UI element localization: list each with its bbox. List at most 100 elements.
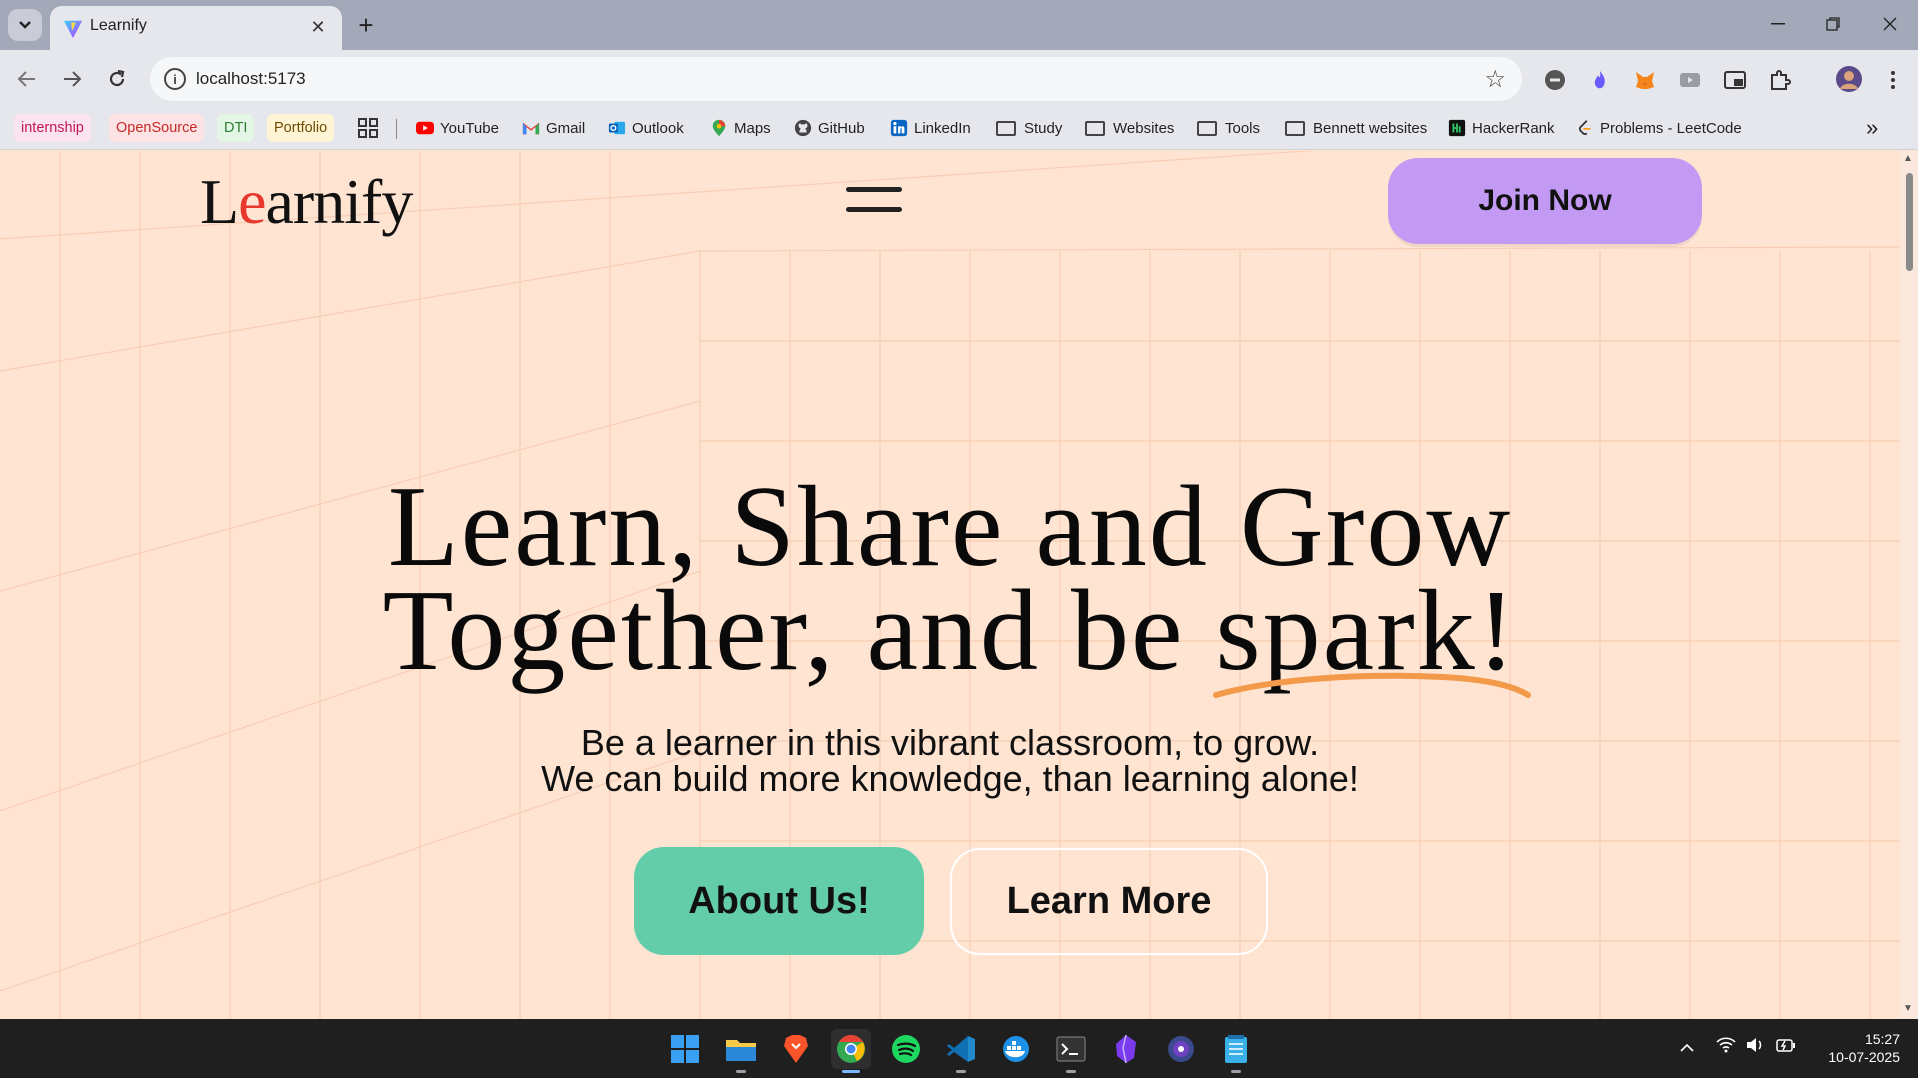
github-desktop-icon[interactable] <box>1161 1029 1201 1069</box>
bookmark-folder-websites[interactable]: Websites <box>1085 114 1174 142</box>
bookmark-youtube[interactable]: YouTube <box>416 114 499 142</box>
restore-icon <box>1826 17 1840 31</box>
bookmark-gmail[interactable]: Gmail <box>522 114 585 142</box>
battery-icon[interactable] <box>1776 1037 1796 1058</box>
learn-more-button[interactable]: Learn More <box>950 848 1268 955</box>
reload-icon <box>109 69 125 87</box>
extension-flame-icon[interactable] <box>1587 67 1613 93</box>
subtitle-line-1: Be a learner in this vibrant classroom, … <box>580 722 1320 763</box>
spotify-icon[interactable] <box>886 1029 926 1069</box>
extensions-puzzle-icon[interactable] <box>1767 67 1793 93</box>
chrome-icon[interactable] <box>831 1029 871 1073</box>
folder-icon <box>996 120 1016 136</box>
bookmark-label: Websites <box>1113 119 1175 137</box>
arrow-left-icon <box>17 71 35 87</box>
bookmark-folder-study[interactable]: Study <box>996 114 1062 142</box>
wifi-icon[interactable] <box>1716 1037 1736 1058</box>
forward-button[interactable] <box>55 62 89 96</box>
windows-start-icon[interactable] <box>665 1029 705 1069</box>
picture-in-picture-icon[interactable] <box>1722 67 1748 93</box>
bookmark-folder-bennett-websites[interactable]: Bennett websites <box>1285 114 1427 142</box>
volume-icon[interactable] <box>1746 1037 1764 1058</box>
spark-underline-decoration <box>1212 672 1531 698</box>
file-explorer-icon[interactable] <box>721 1029 761 1073</box>
folder-icon <box>1285 120 1305 136</box>
scroll-down-icon[interactable]: ▼ <box>1903 1003 1913 1014</box>
hero-highlight: spark! <box>1212 573 1531 698</box>
bookmark-outlook[interactable]: Outlook <box>608 114 684 142</box>
url-text[interactable]: localhost:5173 <box>196 69 306 89</box>
bookmark-folder-tools[interactable]: Tools <box>1197 114 1260 142</box>
bookmark-label: Problems - LeetCode <box>1600 119 1742 137</box>
arrow-right-icon <box>64 71 82 87</box>
hero-heading: Learn, Share and Grow Together, and be s… <box>0 469 1900 698</box>
bookmark-label: Bennett websites <box>1313 119 1428 137</box>
system-clock[interactable]: 15:27 10-07-2025 <box>1800 1030 1900 1066</box>
bookmark-internship[interactable]: internship <box>14 114 91 142</box>
bookmark-label: Gmail <box>546 119 586 137</box>
bookmark-github[interactable]: GitHub <box>794 114 865 142</box>
bookmark-dti[interactable]: DTI <box>217 114 255 142</box>
subtitle-line-2: We can build more knowledge, than learni… <box>541 758 1359 799</box>
hackerrank-icon <box>1448 119 1466 137</box>
obsidian-icon[interactable] <box>1106 1029 1146 1069</box>
bookmark-leetcode[interactable]: Problems - LeetCode <box>1576 114 1742 142</box>
bookmark-hackerrank[interactable]: HackerRank <box>1448 114 1555 142</box>
notepad-icon[interactable] <box>1216 1029 1256 1073</box>
hamburger-menu-icon[interactable] <box>846 185 904 221</box>
address-bar[interactable]: i localhost:5173 ☆ <box>150 57 1522 101</box>
bookmark-opensource[interactable]: OpenSource <box>109 114 205 142</box>
bookmark-label: Outlook <box>632 119 684 137</box>
bookmarks-overflow-button[interactable]: » <box>1866 114 1878 142</box>
gmail-icon <box>522 122 540 135</box>
github-icon <box>794 119 812 137</box>
tab-list-button[interactable] <box>8 9 42 41</box>
reload-button[interactable] <box>100 62 134 96</box>
close-window-button[interactable] <box>1870 8 1910 40</box>
vscode-icon[interactable] <box>941 1029 981 1073</box>
outlook-icon <box>608 121 626 135</box>
scroll-up-icon[interactable]: ▲ <box>1903 153 1913 164</box>
learnify-logo[interactable]: Learnify <box>200 165 413 239</box>
extension-1-icon[interactable] <box>1542 67 1568 93</box>
browser-toolbar: i localhost:5173 ☆ <box>0 50 1918 108</box>
logo-letter: L <box>200 166 239 237</box>
folder-icon <box>1197 120 1217 136</box>
brave-icon[interactable] <box>776 1029 816 1069</box>
join-now-button[interactable]: Join Now <box>1388 158 1702 244</box>
tab-close-icon[interactable]: ✕ <box>306 15 330 39</box>
browser-menu-icon[interactable] <box>1880 67 1906 93</box>
restore-button[interactable] <box>1813 8 1853 40</box>
minimize-icon <box>1771 23 1785 25</box>
browser-tab-strip: Learnify ✕ + <box>0 0 1918 50</box>
scrollbar-thumb[interactable] <box>1906 173 1913 271</box>
logo-accent-letter: e <box>238 166 266 237</box>
bookmark-label: YouTube <box>440 119 499 137</box>
about-us-button[interactable]: About Us! <box>634 847 924 955</box>
bookmark-maps[interactable]: Maps <box>710 114 771 142</box>
linkedin-icon <box>890 119 908 137</box>
close-icon <box>1883 17 1897 31</box>
back-button[interactable] <box>10 62 44 96</box>
bookmark-linkedin[interactable]: LinkedIn <box>890 114 971 142</box>
new-tab-button[interactable]: + <box>350 9 382 41</box>
learnify-page: Learnify Join Now Learn, Share and Grow … <box>0 151 1900 1019</box>
folder-icon <box>1085 120 1105 136</box>
profile-avatar-icon[interactable] <box>1834 64 1864 94</box>
bookmark-label: LinkedIn <box>914 119 971 137</box>
leetcode-icon <box>1578 120 1591 135</box>
bookmark-star-icon[interactable]: ☆ <box>1484 65 1506 94</box>
tray-chevron-up-icon[interactable] <box>1679 1037 1695 1058</box>
metamask-icon[interactable] <box>1632 67 1658 93</box>
apps-grid-icon[interactable] <box>358 114 378 142</box>
page-scrollbar[interactable]: ▲ ▼ <box>1900 151 1918 1019</box>
active-tab[interactable]: Learnify ✕ <box>50 6 342 50</box>
terminal-icon[interactable] <box>1051 1029 1091 1073</box>
site-info-icon[interactable]: i <box>164 68 186 90</box>
minimize-button[interactable] <box>1758 8 1798 40</box>
clock-date: 10-07-2025 <box>1828 1049 1900 1065</box>
docker-icon[interactable] <box>996 1029 1036 1069</box>
bookmark-portfolio[interactable]: Portfolio <box>267 114 335 142</box>
windows-taskbar: 15:27 10-07-2025 <box>0 1019 1918 1078</box>
extension-media-icon[interactable] <box>1677 67 1703 93</box>
